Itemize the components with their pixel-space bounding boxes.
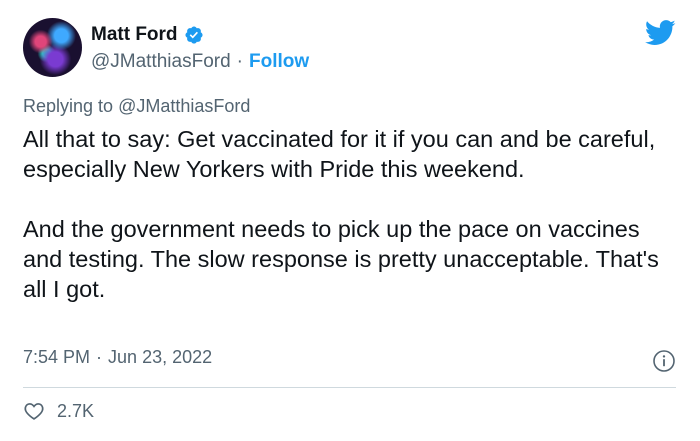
tweet-body: All that to say: Get vaccinated for it i… bbox=[23, 124, 673, 304]
like-button[interactable]: 2.7K bbox=[23, 400, 94, 422]
tweet-paragraph: And the government needs to pick up the … bbox=[23, 216, 659, 302]
heart-icon bbox=[24, 403, 44, 420]
tweet-timestamp[interactable]: 7:54 PM · Jun 23, 2022 bbox=[23, 347, 212, 368]
follow-button[interactable]: Follow bbox=[249, 51, 309, 73]
tweet-paragraph: All that to say: Get vaccinated for it i… bbox=[23, 126, 656, 182]
tweet-time: 7:54 PM bbox=[23, 347, 91, 367]
separator-dot: · bbox=[96, 347, 103, 367]
replying-to: Replying to @JMatthiasFord bbox=[23, 96, 250, 117]
author-name-row: Matt Ford bbox=[91, 24, 204, 46]
like-count: 2.7K bbox=[57, 400, 95, 421]
author-name[interactable]: Matt Ford bbox=[91, 24, 178, 46]
twitter-bird-icon[interactable] bbox=[645, 20, 676, 46]
divider bbox=[23, 387, 676, 388]
replying-prefix: Replying to bbox=[23, 96, 114, 116]
tweet-date: Jun 23, 2022 bbox=[108, 347, 213, 367]
info-icon[interactable] bbox=[652, 349, 676, 373]
author-handle-row: @JMatthiasFord · Follow bbox=[91, 51, 309, 73]
verified-badge-icon bbox=[185, 26, 203, 44]
separator-dot: · bbox=[236, 51, 243, 72]
author-handle[interactable]: @JMatthiasFord bbox=[91, 51, 231, 73]
avatar[interactable] bbox=[23, 18, 82, 77]
replying-mention[interactable]: @JMatthiasFord bbox=[118, 96, 250, 116]
